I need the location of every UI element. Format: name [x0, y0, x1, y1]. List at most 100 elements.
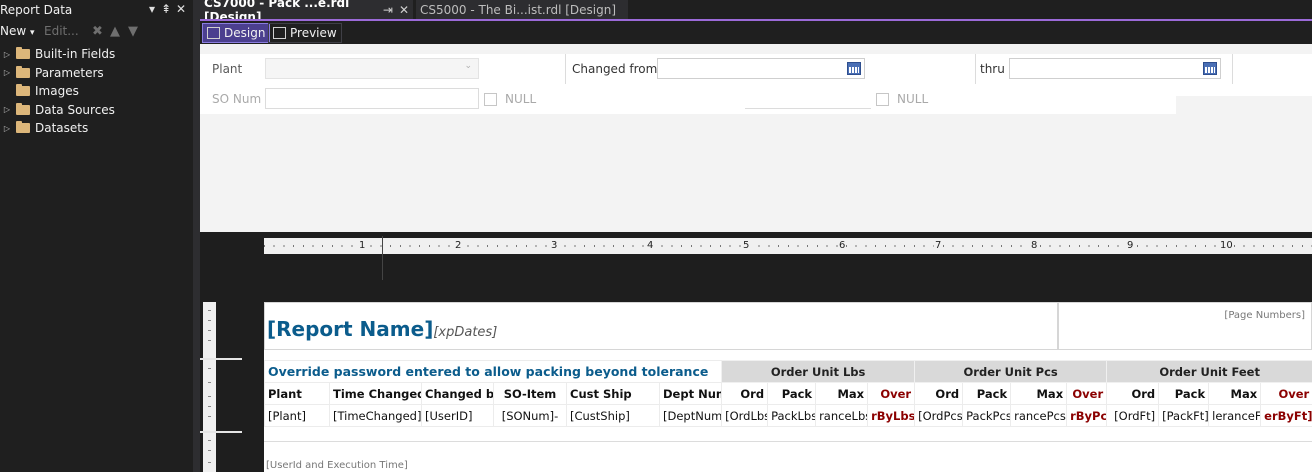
- group-pcs-header[interactable]: Order Unit Pcs: [914, 360, 1108, 383]
- tab-cs5000-design[interactable]: CS5000 - The Bi...ist.rdl [Design]: [416, 0, 628, 19]
- tree-item-label: Data Sources: [35, 102, 115, 117]
- delete-icon[interactable]: ✖: [92, 24, 103, 39]
- tree-item-images[interactable]: Images: [0, 82, 193, 101]
- col-header-cust-ship[interactable]: Cust Ship: [566, 382, 660, 405]
- ruler-tick: [208, 406, 211, 407]
- tree-item-parameters[interactable]: ▷ Parameters: [0, 64, 193, 83]
- cell-over-ft[interactable]: erByFt]: [1260, 404, 1312, 427]
- cell-max-lbs[interactable]: ranceLbs]: [815, 404, 869, 427]
- cell-dept-num[interactable]: [DeptNum]: [658, 404, 723, 427]
- parameter-pane: Plant ⌄ Changed from thru SO Num NULL NU…: [200, 44, 1312, 232]
- changed-from-date-input[interactable]: [657, 58, 865, 79]
- close-tab-icon[interactable]: ✕: [399, 3, 409, 17]
- second-null-checkbox[interactable]: [876, 93, 889, 106]
- ruler-tick: [208, 396, 211, 397]
- preview-view-button[interactable]: Preview: [268, 23, 342, 43]
- group-feet-header[interactable]: Order Unit Feet: [1106, 360, 1312, 383]
- cell-pack-ft[interactable]: [PackFt]: [1158, 404, 1210, 427]
- so-num-input[interactable]: [265, 88, 479, 109]
- cell-user-id[interactable]: [UserID]: [421, 404, 494, 427]
- cell-ord-pcs[interactable]: [OrdPcs]: [914, 404, 964, 427]
- tree-item-built-in-fields[interactable]: ▷ Built-in Fields: [0, 45, 193, 64]
- col-header-time-changed[interactable]: Time Changed: [329, 382, 422, 405]
- ruler-number: 2: [454, 240, 463, 251]
- calendar-icon[interactable]: [847, 62, 861, 75]
- col-header-pack-lbs[interactable]: Pack: [767, 382, 817, 405]
- ruler-number: 8: [1030, 240, 1039, 251]
- cell-ord-ft[interactable]: [OrdFt]: [1106, 404, 1160, 427]
- calendar-icon[interactable]: [1203, 62, 1217, 75]
- preview-label: Preview: [290, 26, 337, 40]
- changed-from-label: Changed from: [572, 62, 658, 76]
- cell-plant[interactable]: [Plant]: [264, 404, 330, 427]
- preview-icon: [273, 27, 286, 39]
- expand-arrow-icon[interactable]: ▷: [1, 124, 13, 133]
- col-header-changed-by[interactable]: Changed by: [421, 382, 494, 405]
- page-numbers-textbox[interactable]: [Page Numbers]: [1058, 302, 1312, 350]
- band-separator[interactable]: [200, 431, 242, 433]
- col-header-over-ft[interactable]: Over: [1260, 382, 1312, 405]
- horizontal-ruler: 1 2 3 4 5 6 7 8 9 10: [264, 238, 1312, 254]
- report-header-textbox[interactable]: [Report Name][xpDates]: [264, 302, 1058, 350]
- cell-ord-lbs[interactable]: [OrdLbs]: [721, 404, 769, 427]
- report-tablix[interactable]: Override password entered to allow packi…: [263, 360, 1312, 427]
- ruler-tick: [208, 416, 211, 417]
- tab-cs7000-design[interactable]: CS7000 - Pack ...e.rdl [Design] ⇥ ✕: [200, 0, 413, 24]
- ruler-tick: [208, 310, 211, 311]
- col-header-over-pcs[interactable]: Over: [1066, 382, 1108, 405]
- chevron-down-icon: ⌄: [464, 61, 472, 71]
- col-header-ord-ft[interactable]: Ord: [1106, 382, 1160, 405]
- col-header-so-item[interactable]: SO-Item: [493, 382, 567, 405]
- band-separator[interactable]: [200, 358, 242, 360]
- col-header-max-lbs[interactable]: Max: [815, 382, 869, 405]
- vertical-ruler: [203, 302, 216, 472]
- second-param-input[interactable]: [745, 88, 871, 109]
- folder-icon: [16, 84, 30, 97]
- footer-textbox[interactable]: [UserId and Execution Time]: [266, 460, 408, 471]
- cell-pack-pcs[interactable]: PackPcs]: [962, 404, 1012, 427]
- ruler-number: 10: [1219, 240, 1234, 251]
- cell-so-num[interactable]: [SONum]-: [493, 404, 567, 427]
- expand-arrow-icon[interactable]: ▷: [1, 68, 13, 77]
- cell-over-lbs[interactable]: rByLbs]: [867, 404, 916, 427]
- panel-menu-icon[interactable]: ▾: [145, 2, 159, 16]
- move-up-icon[interactable]: ▲: [110, 24, 120, 39]
- panel-splitter[interactable]: [193, 0, 200, 472]
- move-down-icon[interactable]: ▼: [128, 24, 138, 39]
- col-header-over-lbs[interactable]: Over: [867, 382, 916, 405]
- design-view-button[interactable]: Design: [202, 23, 271, 43]
- cell-cust-ship[interactable]: [CustShip]: [566, 404, 660, 427]
- pin-tab-icon[interactable]: ⇥: [383, 3, 393, 17]
- col-header-max-ft[interactable]: Max: [1208, 382, 1262, 405]
- cell-time-changed[interactable]: [TimeChanged]: [329, 404, 422, 427]
- so-num-null-checkbox[interactable]: [484, 93, 497, 106]
- plant-dropdown[interactable]: ⌄: [265, 58, 479, 79]
- ruler-tick: [208, 340, 211, 341]
- edit-button[interactable]: Edit...: [44, 24, 79, 38]
- cell-max-ft[interactable]: leranceFt]: [1208, 404, 1262, 427]
- report-name-textbox[interactable]: [Report Name][xpDates]: [267, 317, 497, 341]
- close-panel-icon[interactable]: ✕: [174, 2, 188, 16]
- folder-icon: [16, 102, 30, 115]
- col-header-pack-pcs[interactable]: Pack: [962, 382, 1012, 405]
- col-header-max-pcs[interactable]: Max: [1010, 382, 1068, 405]
- col-header-pack-ft[interactable]: Pack: [1158, 382, 1210, 405]
- group-lbs-header[interactable]: Order Unit Lbs: [721, 360, 916, 383]
- pin-icon[interactable]: ⇞: [159, 2, 173, 16]
- tree-item-datasets[interactable]: ▷ Datasets: [0, 119, 193, 138]
- expand-arrow-icon[interactable]: ▷: [1, 50, 13, 59]
- tree-item-label: Parameters: [35, 65, 104, 80]
- thru-label: thru: [980, 62, 1005, 76]
- cell-over-pcs[interactable]: rByPcs]: [1066, 404, 1108, 427]
- col-header-plant[interactable]: Plant: [264, 382, 330, 405]
- col-header-ord-lbs[interactable]: Ord: [721, 382, 769, 405]
- new-button[interactable]: New ▾: [0, 24, 35, 38]
- expand-arrow-icon[interactable]: ▷: [1, 105, 13, 114]
- thru-date-input[interactable]: [1009, 58, 1221, 79]
- cell-pack-lbs[interactable]: PackLbs]: [767, 404, 817, 427]
- tree-item-data-sources[interactable]: ▷ Data Sources: [0, 101, 193, 120]
- cell-max-pcs[interactable]: rancePcs]: [1010, 404, 1068, 427]
- col-header-ord-pcs[interactable]: Ord: [914, 382, 964, 405]
- override-text[interactable]: Override password entered to allow packi…: [263, 360, 722, 383]
- col-header-dept-num[interactable]: Dept Num: [658, 382, 723, 405]
